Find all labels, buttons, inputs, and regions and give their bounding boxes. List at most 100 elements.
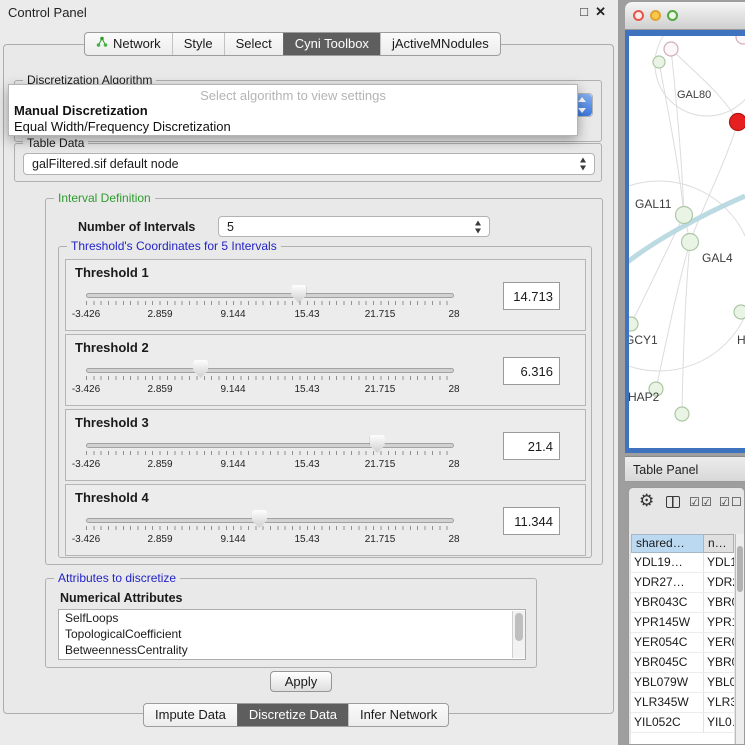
checkbox-icon[interactable]: ☑ bbox=[719, 495, 730, 509]
cell-shared-name[interactable]: YBR043C bbox=[631, 593, 704, 612]
network-canvas[interactable]: GAL80 GAL11 GAL4 GCY1 H HAP2 bbox=[629, 36, 745, 448]
close-traffic-light-icon[interactable] bbox=[633, 10, 644, 21]
list-item[interactable]: TopologicalCoefficient bbox=[59, 626, 525, 642]
table-scrollbar[interactable] bbox=[735, 534, 744, 744]
numerical-attributes-list[interactable]: SelfLoops TopologicalCoefficient Between… bbox=[58, 609, 526, 660]
cell-name[interactable]: YPR1… bbox=[704, 613, 734, 632]
network-node[interactable] bbox=[736, 36, 745, 44]
list-item[interactable]: BetweennessCentrality bbox=[59, 642, 525, 658]
scale-label: 28 bbox=[448, 534, 459, 545]
cell-name[interactable]: YBR0… bbox=[704, 653, 734, 672]
cell-shared-name[interactable]: YBR045C bbox=[631, 653, 704, 672]
cell-shared-name[interactable]: YER054C bbox=[631, 633, 704, 652]
table-row[interactable]: YER054C YER0… bbox=[631, 633, 734, 653]
zoom-traffic-light-icon[interactable] bbox=[667, 10, 678, 21]
cell-name[interactable]: YBL0… bbox=[704, 673, 734, 692]
network-node[interactable] bbox=[676, 207, 693, 224]
threshold-slider[interactable] bbox=[86, 443, 454, 448]
tab-jactivemnodules[interactable]: jActiveMNodules bbox=[380, 33, 500, 55]
scale-label: 21.715 bbox=[365, 309, 396, 320]
dropdown-option-equal-width-frequency[interactable]: Equal Width/Frequency Discretization bbox=[9, 119, 577, 135]
scale-label: 21.715 bbox=[365, 384, 396, 395]
table-window: ⚙ ☑ ☑ ☑ ☐ shared… n… YDL19… YDL1… YDR27…… bbox=[628, 487, 745, 745]
cell-shared-name[interactable]: YDR27… bbox=[631, 573, 704, 592]
tab-select[interactable]: Select bbox=[224, 33, 283, 55]
network-node[interactable] bbox=[675, 407, 689, 421]
threshold-panel: Threshold 2 -3.426 2.859 9.144 15.43 21.… bbox=[65, 334, 586, 406]
network-node[interactable] bbox=[653, 56, 665, 68]
gear-icon[interactable]: ⚙ bbox=[639, 491, 654, 511]
tab-label: Impute Data bbox=[155, 707, 226, 722]
scale-label: 28 bbox=[448, 309, 459, 320]
unchecked-checkbox-icon[interactable]: ☐ bbox=[731, 495, 742, 509]
table-row[interactable]: YBR043C YBR0… bbox=[631, 593, 734, 613]
scrollbar-thumb[interactable] bbox=[515, 613, 523, 641]
table-row[interactable]: YPR145W YPR1… bbox=[631, 613, 734, 633]
cell-shared-name[interactable]: YLR345W bbox=[631, 693, 704, 712]
close-window-icon[interactable]: ✕ bbox=[595, 4, 606, 20]
cell-name[interactable]: YLR3… bbox=[704, 693, 734, 712]
cell-name[interactable]: YDL1… bbox=[704, 553, 734, 572]
table-row[interactable]: YDR27… YDR2… bbox=[631, 573, 734, 593]
tab-cyni-toolbox[interactable]: Cyni Toolbox bbox=[283, 33, 380, 55]
threshold-value-field[interactable]: 11.344 bbox=[503, 507, 560, 535]
combobox-stepper-icon[interactable] bbox=[474, 220, 483, 233]
tab-style[interactable]: Style bbox=[172, 33, 224, 55]
table-row[interactable]: YDL19… YDL1… bbox=[631, 553, 734, 573]
network-node[interactable] bbox=[664, 42, 678, 56]
threshold-value-field[interactable]: 21.4 bbox=[503, 432, 560, 460]
table-row[interactable]: YBR045C YBR0… bbox=[631, 653, 734, 673]
threshold-value-field[interactable]: 6.316 bbox=[503, 357, 560, 385]
control-panel-titlebar: Control Panel □ ✕ bbox=[0, 0, 618, 24]
scale-label: -3.426 bbox=[72, 534, 100, 545]
network-node[interactable] bbox=[682, 234, 699, 251]
node-label: GAL4 bbox=[702, 251, 733, 265]
float-window-icon[interactable]: □ bbox=[580, 4, 588, 19]
cell-shared-name[interactable]: YPR145W bbox=[631, 613, 704, 632]
network-node[interactable] bbox=[629, 317, 638, 331]
network-window: GAL80 GAL11 GAL4 GCY1 H HAP2 bbox=[625, 2, 745, 453]
threshold-label: Threshold 1 bbox=[75, 265, 149, 280]
tab-network[interactable]: Network bbox=[85, 33, 172, 55]
network-node[interactable] bbox=[734, 305, 745, 319]
tab-label: Network bbox=[113, 36, 161, 51]
select-all-checkbox-icon[interactable]: ☑ bbox=[689, 495, 700, 509]
cell-shared-name[interactable]: YBL079W bbox=[631, 673, 704, 692]
dropdown-option-manual-discretization[interactable]: Manual Discretization bbox=[9, 103, 577, 119]
threshold-value-field[interactable]: 14.713 bbox=[503, 282, 560, 310]
cell-shared-name[interactable]: YDL19… bbox=[631, 553, 704, 572]
tab-label: Infer Network bbox=[360, 707, 437, 722]
selected-network-node[interactable] bbox=[730, 114, 745, 131]
apply-button[interactable]: Apply bbox=[270, 671, 332, 692]
cell-shared-name[interactable]: YIL052C bbox=[631, 713, 704, 732]
column-header-shared-name[interactable]: shared… bbox=[631, 534, 704, 553]
tab-impute-data[interactable]: Impute Data bbox=[144, 704, 237, 726]
table-row[interactable]: YIL052C YIL0… bbox=[631, 713, 734, 733]
table-data-combobox[interactable]: galFiltered.sif default node bbox=[23, 153, 595, 175]
threshold-label: Threshold 3 bbox=[75, 415, 149, 430]
columns-icon[interactable] bbox=[666, 496, 680, 508]
scale-label: -3.426 bbox=[72, 309, 100, 320]
column-header-name[interactable]: n… bbox=[704, 534, 734, 553]
list-scrollbar[interactable] bbox=[512, 611, 525, 658]
table-row[interactable]: YLR345W YLR3… bbox=[631, 693, 734, 713]
combobox-stepper-icon[interactable] bbox=[579, 158, 588, 171]
select-checkbox-icon[interactable]: ☑ bbox=[701, 495, 712, 509]
tab-discretize-data[interactable]: Discretize Data bbox=[237, 704, 348, 726]
minimize-traffic-light-icon[interactable] bbox=[650, 10, 661, 21]
tab-infer-network[interactable]: Infer Network bbox=[348, 704, 448, 726]
scrollbar-thumb[interactable] bbox=[737, 546, 743, 592]
slider-ticks bbox=[86, 376, 454, 380]
cell-name[interactable]: YBR0… bbox=[704, 593, 734, 612]
table-data-value: galFiltered.sif default node bbox=[32, 157, 179, 171]
threshold-slider[interactable] bbox=[86, 368, 454, 373]
number-of-intervals-combobox[interactable]: 5 bbox=[218, 216, 490, 237]
cell-name[interactable]: YER0… bbox=[704, 633, 734, 652]
cell-name[interactable]: YDR2… bbox=[704, 573, 734, 592]
cell-name[interactable]: YIL0… bbox=[704, 713, 734, 732]
threshold-slider[interactable] bbox=[86, 293, 454, 298]
threshold-slider[interactable] bbox=[86, 518, 454, 523]
network-window-titlebar bbox=[625, 2, 745, 30]
table-row[interactable]: YBL079W YBL0… bbox=[631, 673, 734, 693]
list-item[interactable]: SelfLoops bbox=[59, 610, 525, 626]
